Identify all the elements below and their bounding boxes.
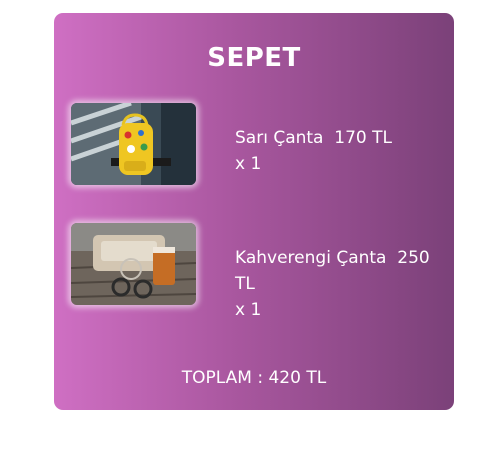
cart-panel: SEPET Sarı Çanta 170 TL x 1 Kahverengi Ç… (54, 13, 454, 410)
cart-item[interactable]: Kahverengi Çanta 250 TL x 1 (71, 223, 441, 320)
cart-title: SEPET (207, 43, 301, 73)
cart-item-info: Kahverengi Çanta 250 TL x 1 (235, 245, 435, 323)
cart-item-name: Sarı Çanta (235, 128, 324, 148)
cart-item-qty: 1 (250, 154, 262, 174)
cart-total: TOPLAM : 420 TL (181, 368, 327, 388)
cart-item-name: Kahverengi Çanta (235, 248, 387, 268)
yellow-backpack-image[interactable] (71, 103, 196, 185)
cart-item[interactable]: Sarı Çanta 170 TL x 1 (71, 103, 441, 187)
cart-item-qty-label: x (235, 154, 246, 174)
cart-item-qty-label: x (235, 300, 246, 320)
cart-item-price: 170 TL (334, 128, 393, 148)
brown-bag-image[interactable] (71, 223, 196, 305)
cart-item-info: Sarı Çanta 170 TL x 1 (235, 125, 435, 177)
cart-item-qty: 1 (250, 300, 262, 320)
